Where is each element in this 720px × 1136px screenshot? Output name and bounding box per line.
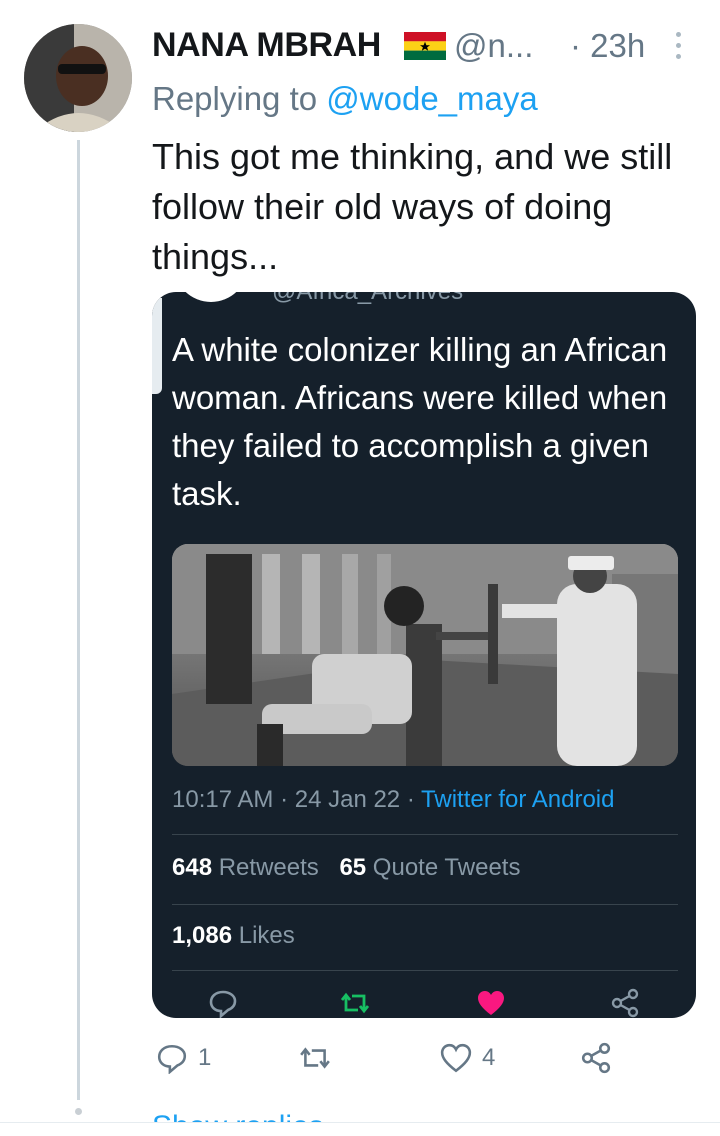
share-icon bbox=[581, 1042, 611, 1074]
quoted-tweet-meta: 10:17 AM · 24 Jan 22 · Twitter for Andro… bbox=[172, 786, 614, 814]
author-name[interactable]: NANA MBRAH bbox=[152, 26, 381, 65]
historical-photo-image bbox=[172, 544, 678, 766]
divider bbox=[0, 1122, 720, 1123]
thread-connector-line bbox=[77, 140, 80, 1100]
thread-connector-dot bbox=[75, 1108, 82, 1115]
quoted-tweet-timestamp: 10:17 AM · 24 Jan 22 · bbox=[172, 786, 422, 813]
ghana-flag-icon bbox=[404, 32, 446, 60]
quoted-tweet-source-link[interactable]: Twitter for Android bbox=[421, 786, 614, 813]
tweet-actions: 1 4 bbox=[152, 1036, 712, 1080]
quoted-tweet-likes[interactable]: 1,086 Likes bbox=[172, 922, 295, 950]
divider bbox=[172, 834, 678, 835]
divider bbox=[172, 970, 678, 971]
tweet-time[interactable]: · 23h bbox=[570, 27, 645, 65]
retweet-button[interactable] bbox=[298, 1036, 342, 1080]
reply-count: 1 bbox=[198, 1044, 212, 1071]
scroll-indicator bbox=[152, 298, 162, 394]
quoted-tweet-card[interactable]: @Africa_Archives A white colonizer killi… bbox=[152, 292, 696, 1018]
author-avatar[interactable] bbox=[24, 24, 132, 132]
quoted-tweet-stats: 648 Retweets 65 Quote Tweets bbox=[172, 854, 520, 882]
author-handle[interactable]: @n... bbox=[454, 27, 533, 65]
share-button[interactable] bbox=[580, 1036, 612, 1080]
quote-tweets-stat[interactable]: 65 Quote Tweets bbox=[339, 854, 520, 881]
reply-button[interactable]: 1 bbox=[156, 1036, 211, 1080]
replying-prefix: Replying to bbox=[152, 80, 318, 117]
heart-icon bbox=[440, 1043, 472, 1073]
retweet-icon bbox=[300, 1047, 330, 1069]
quoted-author-handle: @Africa_Archives bbox=[272, 292, 463, 306]
like-heart-filled-icon[interactable] bbox=[476, 988, 506, 1018]
divider bbox=[172, 904, 678, 905]
quoted-tweet-text: A white colonizer killing an African wom… bbox=[172, 331, 668, 512]
tweet-header: NANA MBRAH @n... · 23h bbox=[152, 22, 700, 72]
share-icon[interactable] bbox=[610, 988, 640, 1018]
quoted-author-avatar bbox=[174, 292, 248, 302]
reply-icon[interactable] bbox=[208, 988, 238, 1018]
more-options-icon[interactable] bbox=[676, 32, 682, 62]
retweet-icon[interactable] bbox=[340, 988, 370, 1018]
replying-to: Replying to @wode_maya bbox=[152, 80, 538, 118]
retweets-stat[interactable]: 648 Retweets bbox=[172, 854, 319, 881]
avatar-photo bbox=[24, 24, 132, 132]
like-count: 4 bbox=[482, 1044, 496, 1071]
tweet-text: This got me thinking, and we still follo… bbox=[152, 136, 673, 277]
quoted-tweet-photo[interactable] bbox=[172, 544, 678, 766]
replying-mention-link[interactable]: @wode_maya bbox=[326, 80, 537, 117]
reply-icon bbox=[157, 1044, 187, 1074]
show-replies-link[interactable]: Show replies bbox=[152, 1106, 324, 1122]
like-button[interactable]: 4 bbox=[440, 1036, 495, 1080]
